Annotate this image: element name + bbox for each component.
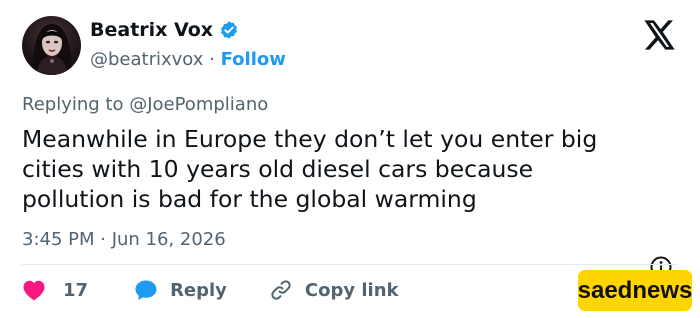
reply-prefix: Replying to — [22, 94, 130, 115]
avatar[interactable] — [22, 16, 81, 75]
copy-link-label: Copy link — [304, 279, 399, 301]
verified-badge-icon — [219, 20, 239, 40]
x-logo-icon[interactable] — [644, 20, 676, 50]
author-display-name[interactable]: Beatrix Vox — [90, 19, 213, 41]
copy-link-button[interactable]: Copy link — [257, 278, 399, 302]
author-handle[interactable]: @beatrixvox — [90, 49, 203, 70]
heart-icon — [22, 279, 46, 301]
avatar-portrait-icon — [32, 24, 72, 75]
saednews-watermark: saednews — [578, 270, 692, 311]
divider — [22, 264, 678, 265]
follow-button[interactable]: Follow — [221, 49, 286, 70]
reply-button[interactable]: Reply — [122, 279, 227, 301]
author-name-row: Beatrix Vox — [90, 19, 239, 41]
action-bar: 17 Reply Copy link — [22, 277, 399, 303]
like-button[interactable]: 17 — [22, 279, 88, 301]
tweet-timestamp[interactable]: 3:45 PM · Jun 16, 2026 — [22, 229, 226, 250]
replying-to-line: Replying to @JoePompliano — [22, 94, 268, 115]
tweet-text: Meanwhile in Europe they don’t let you e… — [22, 125, 598, 213]
reply-label: Reply — [170, 279, 227, 301]
reply-bubble-icon — [134, 279, 158, 301]
link-icon — [269, 278, 293, 302]
like-count: 17 — [63, 279, 89, 301]
reply-mention-link[interactable]: @JoePompliano — [129, 94, 268, 115]
handle-separator: · — [209, 49, 215, 70]
author-handle-row: @beatrixvox · Follow — [90, 49, 286, 70]
